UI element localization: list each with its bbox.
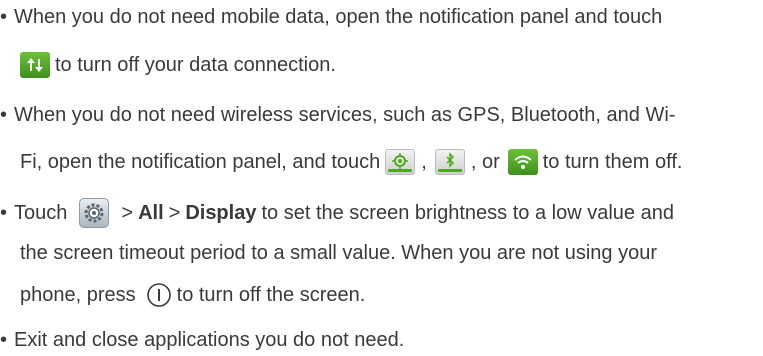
tip-text: Touch (14, 202, 68, 224)
tip-wireless-line2: Fi, open the notification panel, and tou… (20, 147, 682, 177)
battery-saving-tips: • When you do not need mobile data, open… (0, 0, 763, 356)
tip-text: the screen timeout period to a small val… (20, 242, 658, 264)
tip-wireless-line1: • When you do not need wireless services… (0, 100, 675, 130)
tip-display-line3: phone, press to turn off the screen. (20, 280, 365, 310)
arrow: > (121, 202, 134, 224)
tip-text: to turn them off. (542, 151, 683, 173)
arrow: > (168, 202, 181, 224)
tip-text: to turn off the screen. (176, 284, 366, 306)
bullet: • (0, 329, 8, 351)
tip-close-apps: • Exit and close applications you do not… (0, 325, 404, 355)
mobile-data-icon (20, 52, 50, 78)
tip-text: When you do not need wireless services, … (14, 104, 676, 126)
separator: , (421, 151, 427, 173)
tip-display-line1: • Touch > All > Display to set the scree… (0, 198, 674, 228)
bullet: • (0, 202, 8, 224)
bullet: • (0, 104, 8, 126)
wifi-icon (507, 149, 538, 175)
gps-icon (385, 149, 416, 175)
tip-text: Exit and close applications you do not n… (14, 329, 405, 351)
tip-display-line2: the screen timeout period to a small val… (20, 238, 657, 268)
bluetooth-icon (434, 149, 465, 175)
menu-all: All (138, 202, 164, 224)
settings-icon (79, 198, 110, 228)
tip-mobile-data-line2: to turn off your data connection. (20, 50, 336, 80)
tip-text: When you do not need mobile data, open t… (14, 6, 663, 28)
menu-display: Display (185, 202, 257, 224)
tip-text: Fi, open the notification panel, and tou… (20, 151, 381, 173)
tip-text: to set the screen brightness to a low va… (261, 202, 674, 224)
power-key-icon (146, 282, 172, 308)
tip-text: phone, press (20, 284, 136, 306)
tip-mobile-data-line1: • When you do not need mobile data, open… (0, 2, 662, 32)
separator: , or (470, 151, 500, 173)
bullet: • (0, 6, 8, 28)
tip-text: to turn off your data connection. (55, 54, 336, 76)
